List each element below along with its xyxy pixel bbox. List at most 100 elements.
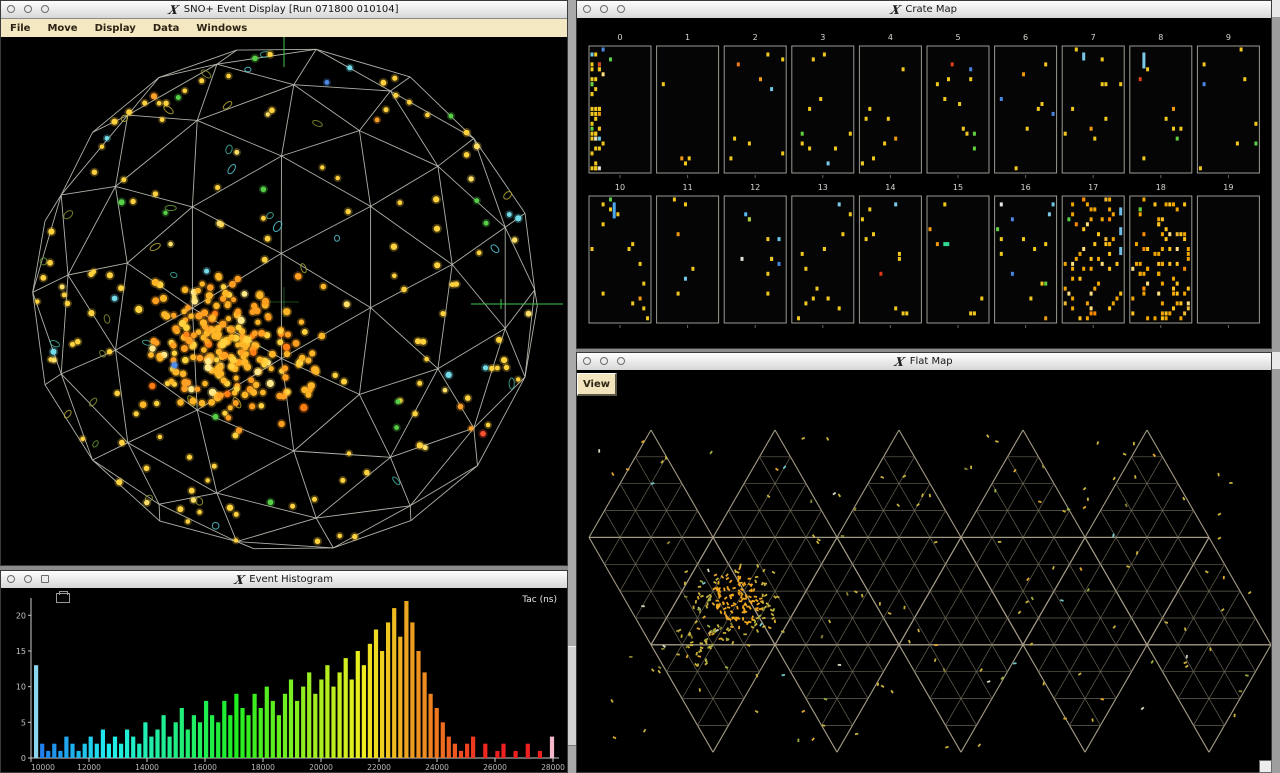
histogram-bars <box>34 601 554 758</box>
svg-text:15: 15 <box>953 183 963 192</box>
crate-panel-0[interactable]: 0 <box>589 33 651 178</box>
crate-panel-12[interactable]: 12 <box>724 183 786 328</box>
svg-text:16: 16 <box>1021 183 1031 192</box>
x11-logo-icon: X <box>168 3 181 17</box>
window-control-minimize[interactable] <box>24 575 32 583</box>
crate-panel-15[interactable]: 15 <box>927 183 989 328</box>
geodesic-wireframe <box>33 49 538 548</box>
window-title-text: Event Histogram <box>249 574 333 585</box>
svg-text:10000: 10000 <box>31 763 55 772</box>
flat-map-canvas[interactable] <box>577 370 1271 772</box>
x11-logo-icon: X <box>233 573 246 587</box>
window-control-close[interactable] <box>7 575 15 583</box>
histogram-titlebar[interactable]: X Event Histogram <box>1 571 567 589</box>
svg-text:3: 3 <box>820 33 825 42</box>
crate-panel-5[interactable]: 5 <box>927 33 989 178</box>
svg-text:10: 10 <box>615 183 625 192</box>
scrollbar-thumb[interactable] <box>568 646 576 746</box>
window-title: X Event Histogram <box>235 573 333 587</box>
window-control-maximize[interactable] <box>617 357 625 365</box>
window-control-maximize[interactable] <box>41 5 49 13</box>
crate-panel-19[interactable]: 19 <box>1197 183 1259 328</box>
window-title-text: Crate Map <box>905 4 957 15</box>
svg-text:4: 4 <box>888 33 893 42</box>
window-control-minimize[interactable] <box>600 5 608 13</box>
flat-map-titlebar[interactable]: X Flat Map <box>577 353 1271 371</box>
svg-text:20: 20 <box>16 611 26 620</box>
divider-scrollbar[interactable] <box>568 0 576 773</box>
svg-text:5: 5 <box>21 718 26 727</box>
crate-panel-18[interactable]: 18 <box>1130 183 1192 328</box>
svg-text:28000: 28000 <box>541 763 565 772</box>
svg-text:26000: 26000 <box>483 763 507 772</box>
event-display-titlebar[interactable]: X SNO+ Event Display [Run 071800 010104] <box>1 1 567 19</box>
svg-text:12000: 12000 <box>77 763 101 772</box>
svg-text:20000: 20000 <box>309 763 333 772</box>
crate-panel-14[interactable]: 14 <box>859 183 921 328</box>
svg-text:2: 2 <box>753 33 758 42</box>
crate-panel-8[interactable]: 8 <box>1130 33 1192 178</box>
crate-map-window: X Crate Map 0123456789101112131415161718… <box>576 0 1272 349</box>
icosahedron-net <box>589 430 1271 752</box>
titlebar-sliver <box>1272 0 1280 17</box>
svg-text:8: 8 <box>1158 33 1163 42</box>
svg-text:18: 18 <box>1156 183 1166 192</box>
svg-text:14000: 14000 <box>135 763 159 772</box>
menu-windows[interactable]: Windows <box>196 23 247 34</box>
x11-logo-icon: X <box>894 355 907 369</box>
resize-grip[interactable] <box>1259 760 1272 773</box>
menu-file[interactable]: File <box>10 23 30 34</box>
event-display-canvas[interactable] <box>1 37 567 565</box>
detach-plot-icon[interactable] <box>56 593 70 603</box>
view-menu-button[interactable]: View <box>577 373 617 396</box>
menu-bar: File Move Display Data Windows <box>1 19 567 39</box>
window-control-close[interactable] <box>583 5 591 13</box>
svg-text:10: 10 <box>16 683 26 692</box>
svg-text:18000: 18000 <box>251 763 275 772</box>
svg-text:0: 0 <box>21 754 26 763</box>
svg-text:9: 9 <box>1226 33 1231 42</box>
crate-panel-11[interactable]: 11 <box>657 183 719 328</box>
crate-panel-17[interactable]: 17 <box>1062 183 1124 328</box>
crate-panel-7[interactable]: 7 <box>1062 33 1124 178</box>
svg-text:12: 12 <box>750 183 760 192</box>
flat-map-window: X Flat Map View <box>576 352 1272 773</box>
window-control-minimize[interactable] <box>600 357 608 365</box>
histogram-canvas[interactable]: 0510152010000120001400016000180002000022… <box>1 588 567 772</box>
window-control-close[interactable] <box>7 5 15 13</box>
window-control-minimize[interactable] <box>24 5 32 13</box>
crate-panel-16[interactable]: 16 <box>995 183 1057 328</box>
event-display-window: X SNO+ Event Display [Run 071800 010104]… <box>0 0 568 566</box>
coordinate-axes <box>269 37 563 317</box>
menu-data[interactable]: Data <box>153 23 180 34</box>
right-edge-strip <box>1272 0 1280 773</box>
svg-text:24000: 24000 <box>425 763 449 772</box>
menu-display[interactable]: Display <box>95 23 136 34</box>
window-control-maximize[interactable] <box>617 5 625 13</box>
window-control-maximize[interactable] <box>41 575 49 583</box>
crate-panel-4[interactable]: 4 <box>859 33 921 178</box>
window-control-close[interactable] <box>583 357 591 365</box>
crate-panel-9[interactable]: 9 <box>1197 33 1259 178</box>
crate-panel-3[interactable]: 3 <box>792 33 854 178</box>
menu-move[interactable]: Move <box>47 23 77 34</box>
svg-text:17: 17 <box>1088 183 1098 192</box>
svg-text:22000: 22000 <box>367 763 391 772</box>
crate-panel-10[interactable]: 10 <box>589 183 651 328</box>
crate-panel-13[interactable]: 13 <box>792 183 854 328</box>
crate-panel-2[interactable]: 2 <box>724 33 786 178</box>
svg-text:15: 15 <box>16 647 26 656</box>
crate-panel-6[interactable]: 6 <box>995 33 1057 178</box>
svg-text:13: 13 <box>818 183 828 192</box>
svg-text:11: 11 <box>683 183 693 192</box>
histogram-corner-label: Tac (ns) <box>521 595 557 605</box>
svg-text:5: 5 <box>955 33 960 42</box>
window-title-text: SNO+ Event Display [Run 071800 010104] <box>184 4 399 15</box>
titlebar-sliver <box>1272 352 1280 369</box>
crate-map-titlebar[interactable]: X Crate Map <box>577 1 1271 19</box>
window-title: X Crate Map <box>891 3 957 17</box>
crate-panel-1[interactable]: 1 <box>657 33 719 178</box>
window-title: X SNO+ Event Display [Run 071800 010104] <box>169 3 398 17</box>
svg-text:7: 7 <box>1091 33 1096 42</box>
crate-map-canvas[interactable]: 012345678910111213141516171819 <box>577 18 1271 348</box>
